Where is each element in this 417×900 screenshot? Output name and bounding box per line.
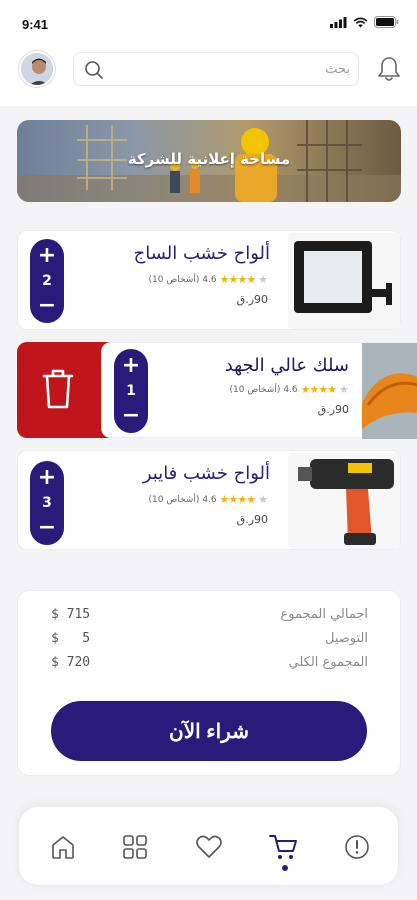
rating: ★ ★★★★ 4.6 (أشخاص 10): [149, 493, 268, 506]
increment-button[interactable]: +: [38, 245, 56, 267]
rating-count: (أشخاص 10): [148, 274, 200, 285]
product-name: ألواح خشب فايبر: [142, 463, 270, 484]
nav-home[interactable]: [47, 831, 79, 863]
rating-count: (أشخاص 10): [229, 384, 281, 395]
floodlight-image: [294, 241, 392, 313]
total-value: $ 720: [51, 655, 91, 670]
status-bar: 9:41: [0, 0, 417, 44]
decrement-button[interactable]: −: [122, 405, 140, 427]
wire-image: [362, 343, 417, 439]
impact-wrench-image: [298, 459, 394, 545]
quantity-value: 2: [42, 273, 52, 289]
stars-icon: ★★★★: [219, 273, 256, 286]
wifi-icon: [353, 17, 368, 27]
info-icon: [345, 835, 369, 859]
product-price: 90ر.ق: [317, 403, 349, 416]
signal-icon: [330, 16, 347, 28]
heart-icon: [196, 835, 222, 858]
battery-icon: [374, 16, 399, 28]
status-time: 9:41: [22, 17, 49, 32]
rating-count: (أشخاص 10): [148, 494, 200, 505]
decrement-button[interactable]: −: [38, 295, 56, 317]
rating: ★ ★★★★ 4.6 (أشخاص 10): [230, 383, 349, 396]
delivery-value: $ 5: [51, 631, 91, 646]
increment-button[interactable]: +: [122, 355, 140, 377]
quantity-stepper[interactable]: + 2 −: [30, 239, 64, 323]
trash-icon[interactable]: [40, 367, 76, 411]
banner-text: مساحة إعلانية للشركة: [127, 150, 291, 168]
increment-button[interactable]: +: [38, 467, 56, 489]
nav-cart[interactable]: [267, 831, 299, 863]
grid-icon: [123, 835, 147, 859]
nav-categories[interactable]: [119, 831, 151, 863]
delivery-label: التوصيل: [324, 631, 368, 646]
star-empty-icon: ★: [258, 493, 268, 506]
quantity-value: 1: [126, 383, 136, 399]
buy-now-button[interactable]: شراء الآن: [51, 701, 367, 761]
star-empty-icon: ★: [258, 273, 268, 286]
active-indicator: [282, 865, 288, 871]
product-image: [362, 343, 417, 439]
subtotal-label: اجمالي المجموع: [280, 607, 368, 622]
nav-info[interactable]: [341, 831, 373, 863]
cart-item[interactable]: ألواح خشب فايبر ★ ★★★★ 4.6 (أشخاص 10) 90ر…: [17, 450, 401, 550]
quantity-value: 3: [42, 495, 52, 511]
cart-item[interactable]: ألواح خشب الساج ★ ★★★★ 4.6 (أشخاص 10) 90ر…: [17, 230, 401, 330]
rating-value: 4.6: [202, 274, 217, 285]
total-label: المجموع الكلي: [288, 655, 369, 670]
cart-icon: [269, 835, 297, 859]
star-empty-icon: ★: [339, 383, 349, 396]
ad-banner[interactable]: مساحة إعلانية للشركة: [17, 120, 401, 202]
subtotal-value: $ 715: [51, 607, 91, 622]
stars-icon: ★★★★: [219, 493, 256, 506]
product-image: [288, 233, 400, 329]
product-name: ألواح خشب الساج: [133, 243, 270, 264]
decrement-button[interactable]: −: [38, 517, 56, 539]
status-icons: [330, 16, 399, 28]
search-icon: [85, 61, 103, 79]
avatar[interactable]: [19, 51, 55, 87]
bottom-nav: [18, 806, 399, 886]
rating-value: 4.6: [283, 384, 298, 395]
rating-value: 4.6: [202, 494, 217, 505]
stars-icon: ★★★★: [300, 383, 337, 396]
quantity-stepper[interactable]: + 1 −: [114, 349, 148, 433]
product-price: 90ر.ق: [236, 513, 268, 526]
home-icon: [52, 836, 74, 859]
search-bar[interactable]: [73, 52, 359, 86]
nav-favorites[interactable]: [193, 831, 225, 863]
product-price: 90ر.ق: [236, 293, 268, 306]
quantity-stepper[interactable]: + 3 −: [30, 461, 64, 545]
search-input[interactable]: [110, 57, 350, 81]
bell-icon[interactable]: [376, 55, 402, 83]
product-image: [288, 453, 400, 549]
cart-item[interactable]: سلك عالي الجهد ★ ★★★★ 4.6 (أشخاص 10) 90ر.…: [101, 342, 417, 439]
rating: ★ ★★★★ 4.6 (أشخاص 10): [149, 273, 268, 286]
product-name: سلك عالي الجهد: [224, 355, 349, 376]
